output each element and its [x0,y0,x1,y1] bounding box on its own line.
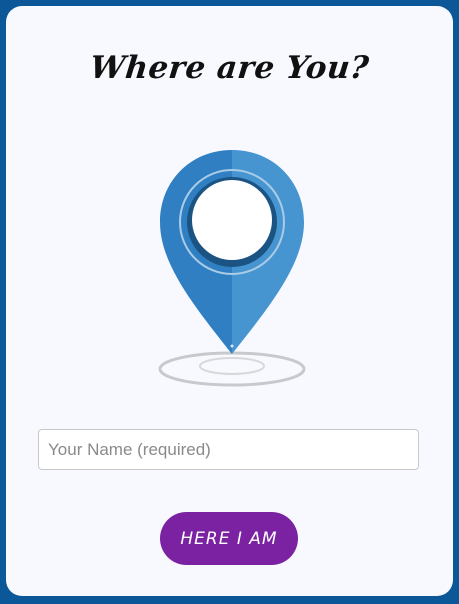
app-frame: Where are You? HERE I AM [0,0,459,604]
here-i-am-button[interactable]: HERE I AM [160,512,298,565]
location-pin-graphic [158,150,306,387]
location-card: Where are You? HERE I AM [6,6,453,596]
pin-tip-dot [230,344,234,348]
page-title: Where are You? [88,50,371,86]
name-input[interactable] [38,429,419,470]
ground-ring-inner [199,357,265,375]
location-pin-icon [154,146,314,396]
pin-hole [192,180,272,260]
